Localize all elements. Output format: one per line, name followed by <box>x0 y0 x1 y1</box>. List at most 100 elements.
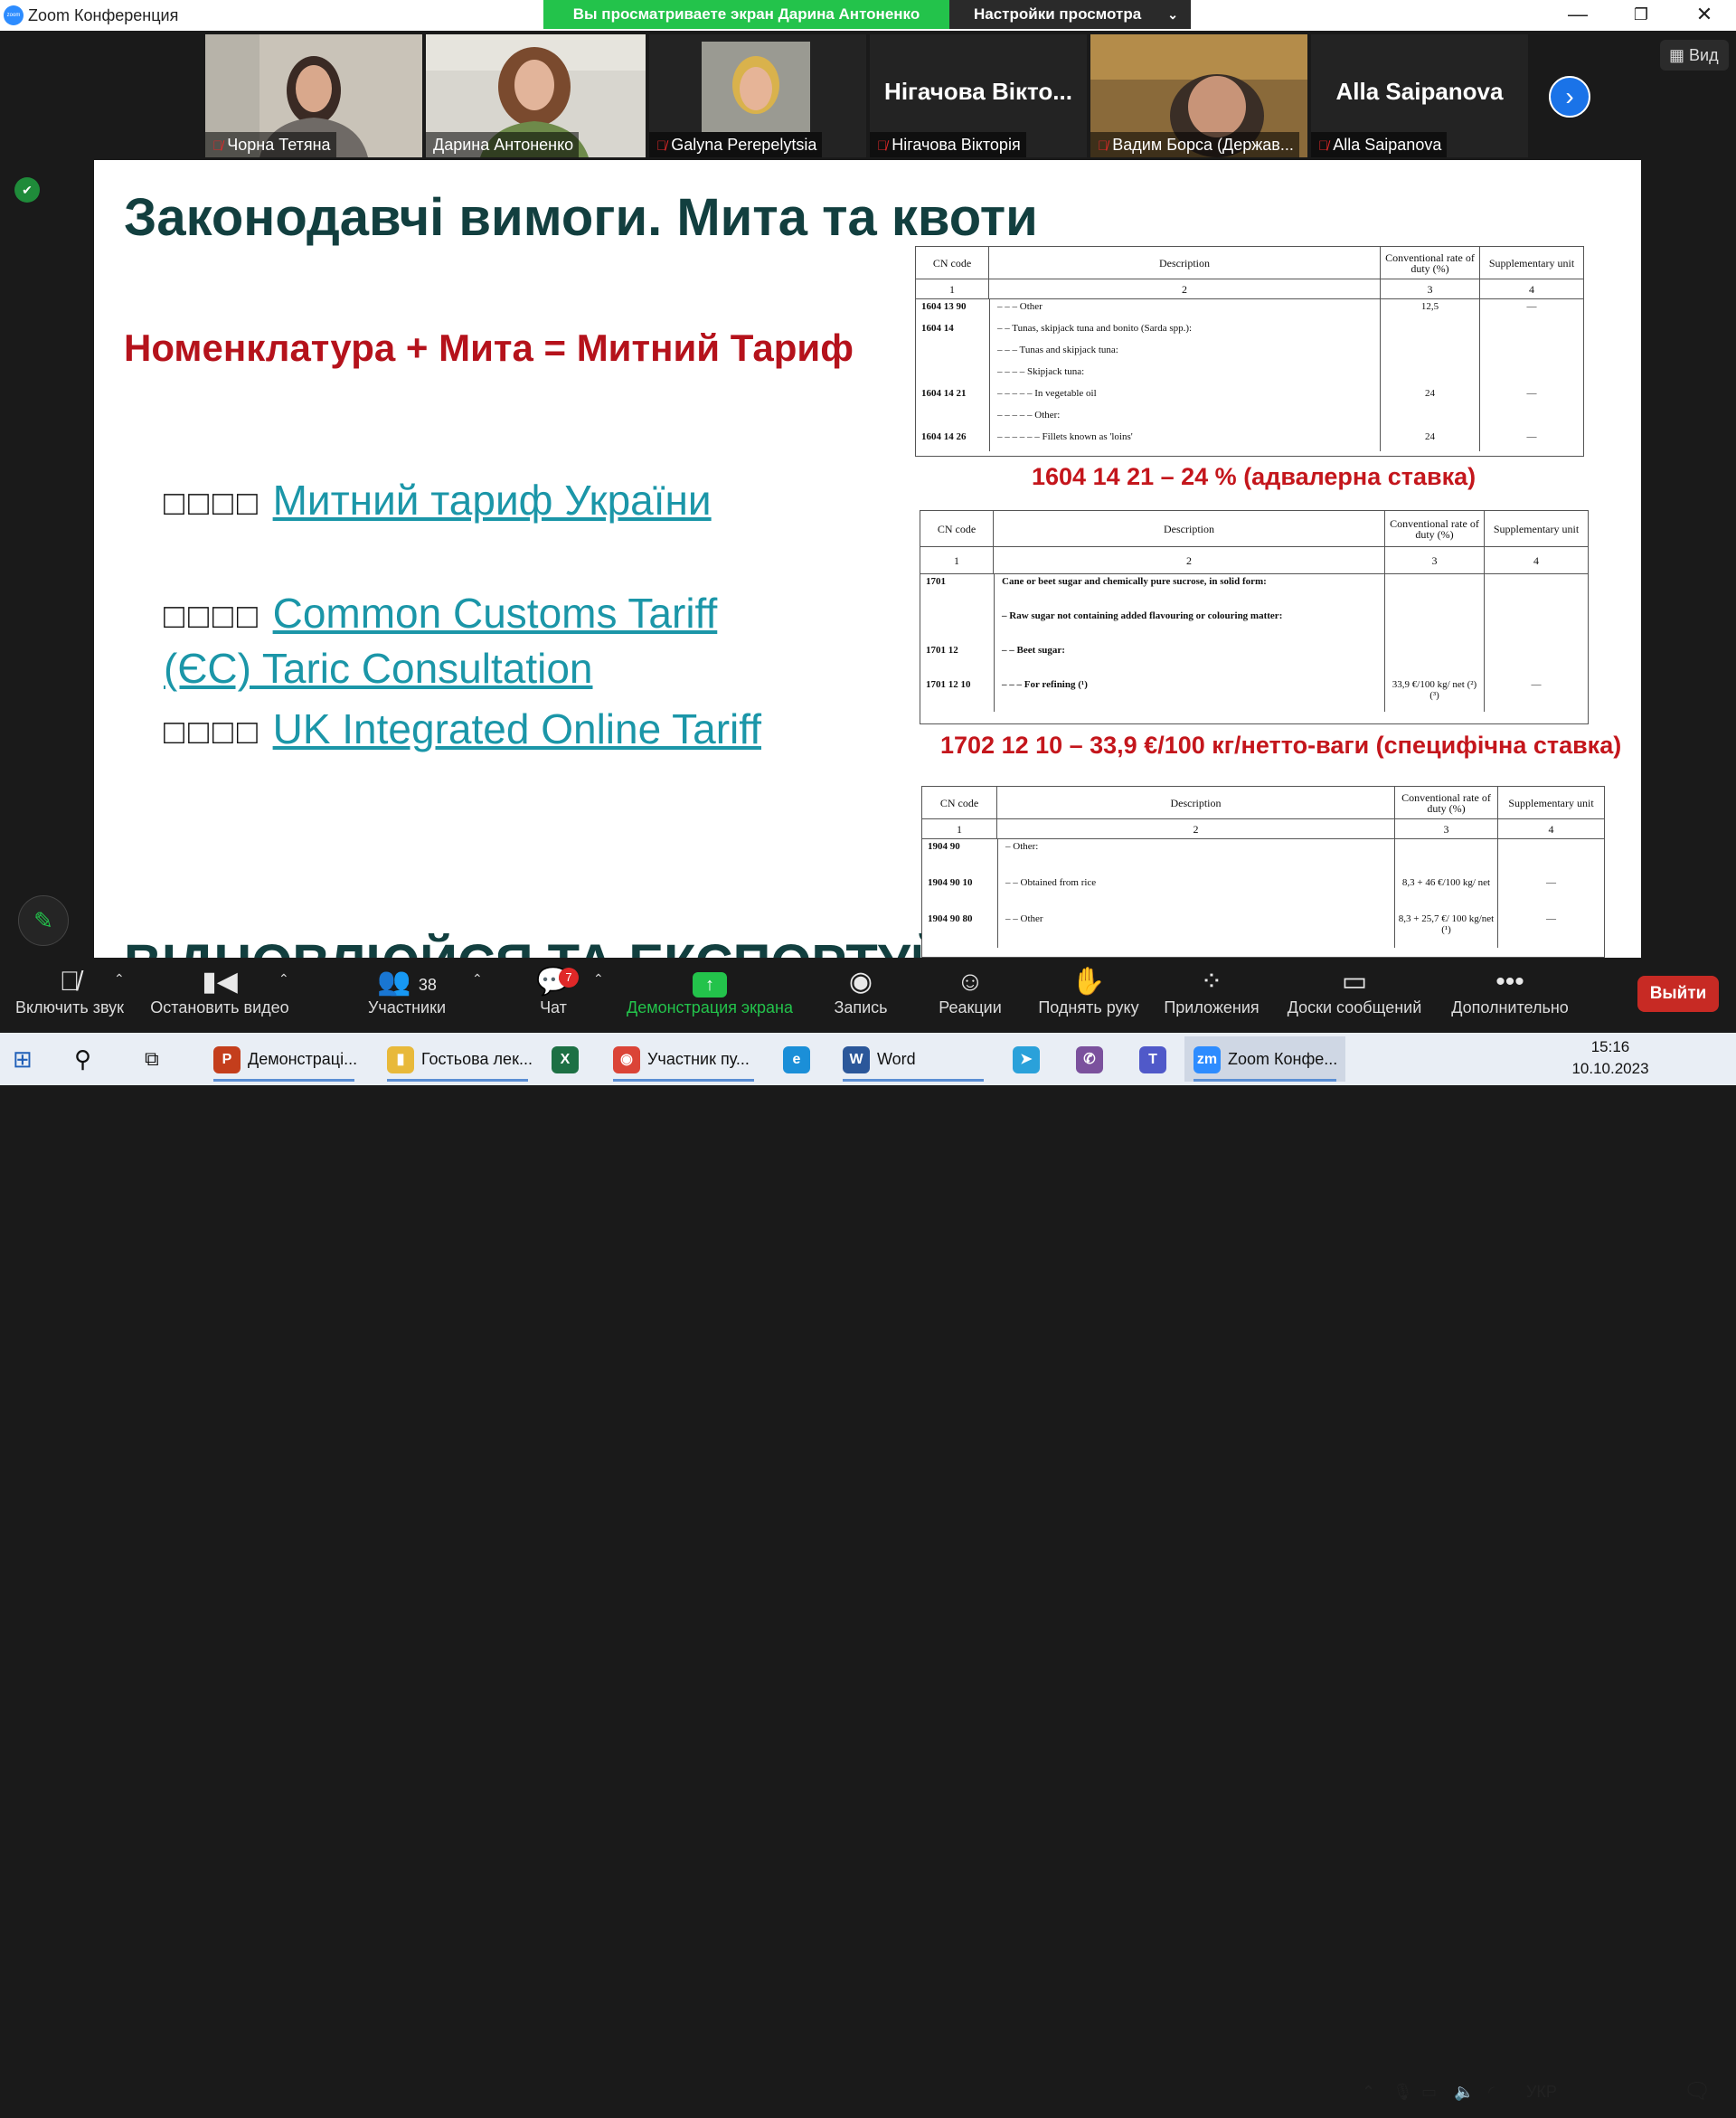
taskbar-app-8[interactable]: T <box>1130 1036 1184 1082</box>
th-unit: Supplementary unit <box>1493 522 1580 535</box>
table-cell-unit <box>1485 574 1588 609</box>
emoji-add-icon: ☺ <box>956 967 985 997</box>
taskbar-app-7[interactable]: ✆ <box>1067 1036 1121 1082</box>
muted-mic-icon: 🎙̸ <box>877 138 888 154</box>
participant-tile[interactable]: Alla Saipanova 🎙̸ Alla Saipanova <box>1311 34 1528 157</box>
task-view-icon[interactable]: ⧉ <box>145 1036 184 1082</box>
taskbar-app-9[interactable]: zm Zoom Конфе... <box>1184 1036 1345 1082</box>
th-rate: Conventional rate of duty (%) <box>1395 787 1498 818</box>
participant-tile[interactable]: 🎙̸ Чорна Тетяна <box>205 34 422 157</box>
participants-button[interactable]: 👥 38 Участники <box>362 966 452 1017</box>
annotate-pencil-button[interactable]: ✎ <box>18 895 69 946</box>
link-item[interactable]: □□□□ Common Customs Tariff (ЄС) Taric Co… <box>164 588 815 695</box>
app-icon: zm <box>1194 1046 1221 1074</box>
participant-name: 🎙̸ Galyna Perepelytsia <box>649 132 823 157</box>
link-uk-tariff[interactable]: UK Integrated Online Tariff <box>273 705 761 752</box>
close-button[interactable]: ✕ <box>1673 0 1736 31</box>
chat-button[interactable]: 💬 Чат 7 <box>526 966 580 1017</box>
battery-icon[interactable]: ▭ <box>1421 2066 1437 2118</box>
table-cell-rate: 8,3 + 46 €/100 kg/ net <box>1395 875 1498 912</box>
reactions-button[interactable]: ☺ Реакции <box>931 966 1009 1017</box>
taskbar-app-0[interactable]: P Демонстраці... <box>204 1036 363 1082</box>
minimize-button[interactable]: — <box>1546 0 1609 31</box>
taskbar-app-1[interactable]: ▮ Гостьова лек... <box>378 1036 537 1082</box>
microphone-tray-icon[interactable]: 🎙 <box>1392 2066 1413 2118</box>
taskbar-app-6[interactable]: ➤ <box>1004 1036 1058 1082</box>
app-icon: X <box>552 1046 579 1074</box>
th-num: 4 <box>1529 282 1534 296</box>
search-icon[interactable]: ⚲ <box>74 1036 114 1082</box>
taskbar-app-5[interactable]: W Word <box>834 1036 993 1082</box>
muted-mic-icon: 🎙̸ <box>1318 138 1329 154</box>
table-header: CN code Description Conventional rate of… <box>922 787 1604 819</box>
chat-options-caret[interactable]: ⌃ <box>593 971 604 987</box>
table-cell-desc: – – – – – – Fillets known as 'loins' <box>989 430 1381 451</box>
table-cell-unit <box>1480 321 1583 343</box>
table-cell-code: 1604 13 90 <box>921 301 967 312</box>
raise-hand-button[interactable]: ✋ Поднять руку <box>1033 966 1145 1017</box>
participant-name: 🎙̸ Вадим Борса (Держав... <box>1090 132 1299 157</box>
table-cell-unit <box>1485 609 1588 643</box>
th-num: 3 <box>1385 547 1485 573</box>
taskbar-clock[interactable]: 15:16 10.10.2023 <box>1570 1036 1651 1080</box>
table-row: 1701 Cane or beet sugar and chemically pu… <box>920 574 1588 609</box>
taskbar-app-3[interactable]: ◉ Участник пу... <box>604 1036 763 1082</box>
whiteboards-button[interactable]: ▭ Доски сообщений <box>1282 966 1427 1017</box>
link-item[interactable]: □□□□ Митний тариф України <box>164 475 815 530</box>
participant-tile[interactable]: 🎙̸ Galyna Perepelytsia <box>649 34 866 157</box>
view-settings-button[interactable]: Настройки просмотра ⌄ <box>949 0 1191 29</box>
table-cell-unit <box>1480 408 1583 430</box>
participant-tile[interactable]: 🎙̸ Вадим Борса (Держав... <box>1090 34 1307 157</box>
share-screen-button[interactable]: ↑ Демонстрация экрана <box>624 966 796 1017</box>
table-number-row: 1 2 3 4 <box>920 547 1588 574</box>
taskbar-app-4[interactable]: e <box>774 1036 828 1082</box>
table-header: CN code Description Conventional rate of… <box>920 511 1588 547</box>
table-row: – – – – Skipjack tuna: <box>916 364 1583 386</box>
participant-tile[interactable]: Дарина Антоненко <box>426 34 646 157</box>
record-button[interactable]: ◉ Запись <box>825 966 897 1017</box>
audio-options-caret[interactable]: ⌃ <box>114 971 125 987</box>
apps-button[interactable]: ⁘ Приложения <box>1161 966 1262 1017</box>
more-button[interactable]: ••• Дополнительно <box>1445 966 1575 1017</box>
table-cell-rate <box>1381 408 1480 430</box>
taskbar-app-label: Гостьова лек... <box>421 1050 533 1068</box>
table-cell-desc: – – – – – In vegetable oil <box>989 386 1381 408</box>
leave-button[interactable]: Выйти <box>1637 976 1719 1012</box>
table-cell-code: 1701 12 10 <box>926 679 971 690</box>
language-indicator[interactable]: УКР <box>1526 2066 1557 2118</box>
th-description: Description <box>997 787 1395 818</box>
slide-formula: Номенклатура + Мита = Митний Тариф <box>124 326 854 369</box>
unmute-button[interactable]: 🎙̸ Включить звук <box>11 966 128 1017</box>
th-cn-code: CN code <box>922 787 997 818</box>
start-windows-icon[interactable]: ⊞ <box>13 1036 52 1082</box>
table-cell-unit <box>1480 364 1583 386</box>
link-customs-tariff-ukraine[interactable]: Митний тариф України <box>273 477 712 524</box>
screen-share-banner: Вы просматриваете экран Дарина Антоненко <box>543 0 949 29</box>
table-cell-code: 1904 90 80 <box>928 913 973 924</box>
table-cell-rate: 12,5 <box>1381 299 1480 321</box>
view-button[interactable]: ▦ Вид <box>1660 40 1729 71</box>
table-cell-rate <box>1385 643 1485 677</box>
video-options-caret[interactable]: ⌃ <box>278 971 289 987</box>
volume-icon[interactable]: 🔈 <box>1454 2066 1474 2118</box>
participant-tile[interactable]: Нігачова Вікто... 🎙̸ Нігачова Вікторія <box>870 34 1087 157</box>
bullet-boxes: □□□□ <box>164 598 261 636</box>
th-num: 2 <box>994 547 1385 573</box>
rate-caption: 1604 14 21 – 24 % (адвалерна ставка) <box>1032 463 1477 490</box>
participants-options-caret[interactable]: ⌃ <box>472 971 483 987</box>
security-shield-icon[interactable]: ✔ <box>14 177 40 203</box>
th-num: 3 <box>1381 279 1480 298</box>
notifications-icon[interactable]: 🗨 <box>1684 2066 1711 2118</box>
restore-button[interactable]: ❐ <box>1609 0 1673 31</box>
muted-mic-icon: 🎙̸ <box>59 967 80 997</box>
table-row: – Raw sugar not containing added flavour… <box>920 609 1588 643</box>
next-page-button[interactable]: › <box>1549 76 1590 118</box>
taskbar-app-2[interactable]: X <box>542 1036 597 1082</box>
tray-chevron-icon[interactable]: ⌃ <box>1362 2066 1375 2118</box>
wifi-icon[interactable]: ◜ <box>1488 2066 1495 2118</box>
table-number-row: 1 2 3 4 <box>922 819 1604 839</box>
link-item[interactable]: □□□□ UK Integrated Online Tariff <box>164 704 815 759</box>
table-cell-code: 1604 14 <box>921 323 954 334</box>
stop-video-button[interactable]: ▮◀ Остановить видео <box>147 966 292 1017</box>
th-cn-code: CN code <box>920 511 994 546</box>
